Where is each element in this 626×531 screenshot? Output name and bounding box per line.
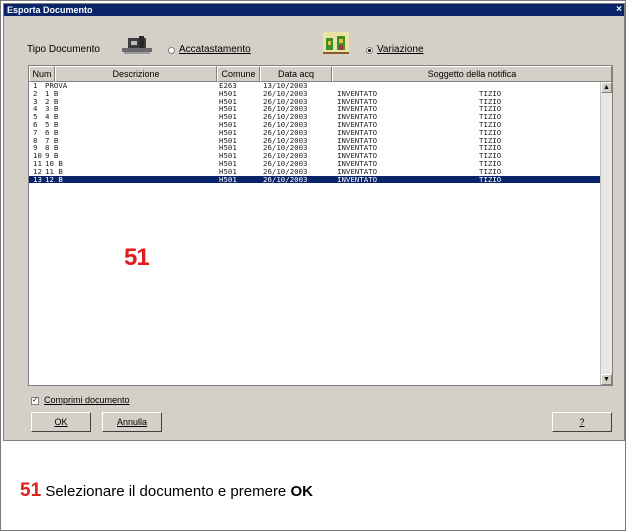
table-row[interactable]: 76 B H501 26/10/2003 INVENTATO TIZIO (29, 128, 601, 137)
cell-descr: 12 B (45, 174, 63, 184)
annulla-button-label: Annulla (116, 417, 148, 427)
building-accatastamento-icon (122, 34, 152, 61)
cell-sogg2: TIZIO (479, 174, 502, 184)
documents-listview[interactable]: Num Descrizione Comune Data acq Soggetto… (28, 65, 613, 386)
caption-number: 51 (20, 480, 42, 501)
cell-data: 26/10/2003 (263, 174, 308, 184)
cell-comune: H501 (219, 174, 237, 184)
table-row[interactable]: 87 B H501 26/10/2003 INVENTATO TIZIO (29, 136, 601, 145)
table-row[interactable]: 1 PROVA E263 13/10/2003 (29, 82, 601, 90)
ok-button[interactable]: OK (31, 412, 91, 432)
help-button-label: ? (579, 417, 585, 427)
help-button[interactable]: ? (552, 412, 612, 432)
table-body: 1 PROVA E263 13/10/2003 2 1 B H501 26/10/2003 IN… (29, 82, 601, 184)
accatastamento-label[interactable]: Accatastamento (179, 44, 251, 55)
table-row[interactable]: 43 B H501 26/10/2003 INVENTATO TIZIO (29, 105, 601, 113)
annulla-button[interactable]: Annulla (102, 412, 162, 432)
table-row[interactable]: 32 B H501 26/10/2003 INVENTATO TIZIO (29, 97, 601, 106)
caption-text: Selezionare il documento e premere (45, 483, 287, 500)
caption-ok: OK (290, 483, 313, 500)
export-dialog: Esporta Documento × Tipo Documento Accat… (3, 3, 625, 441)
instruction-caption: 51 Selezionare il documento e premere OK (20, 480, 313, 502)
step-marker: 51 (124, 244, 150, 271)
column-header-num[interactable]: Num (29, 66, 55, 82)
table-row[interactable]: 12 11 B H501 26/10/2003 INVENTATO TIZIO (29, 167, 601, 176)
radio-variazione[interactable] (366, 47, 373, 54)
column-header-descrizione[interactable]: Descrizione (55, 66, 217, 82)
table-row[interactable]: 11 10 B H501 26/10/2003 INVENTATO TIZIO (29, 160, 601, 168)
title-bar: Esporta Documento × (4, 4, 624, 16)
scroll-up-icon[interactable]: ▲ (601, 82, 612, 93)
comprimi-text: Comprimi documento (44, 395, 130, 405)
table-row[interactable]: 13 12 B H501 26/10/2003 INVENTATO TIZIO (29, 174, 601, 184)
tipo-documento-label: Tipo Documento (27, 44, 100, 55)
house-variazione-icon (322, 30, 350, 61)
vertical-scrollbar[interactable]: ▲ ▼ (600, 82, 612, 385)
cell-num: 13 (33, 174, 42, 184)
radio-accatastamento[interactable] (168, 47, 175, 54)
table-row[interactable]: 98 B H501 26/10/2003 INVENTATO TIZIO (29, 144, 601, 152)
table-row[interactable]: 21 B H501 26/10/2003 INVENTATO TIZIO (29, 89, 601, 98)
window-title: Esporta Documento (7, 5, 93, 15)
table-row[interactable]: 65 B H501 26/10/2003 INVENTATO TIZIO (29, 121, 601, 129)
comprimi-checkbox[interactable]: ✓ (31, 397, 39, 405)
column-header-data-acq[interactable]: Data acq (260, 66, 332, 82)
comprimi-label[interactable]: Comprimi documento (44, 395, 130, 405)
close-icon[interactable]: × (616, 4, 622, 15)
column-header-soggetto[interactable]: Soggetto della notifica (332, 66, 612, 82)
variazione-label[interactable]: Variazione (377, 44, 424, 55)
table-row[interactable]: 10 9 B H501 26/10/2003 INVENTATO TIZIO (29, 152, 601, 160)
ok-button-label: OK (54, 417, 68, 427)
cell-sogg1: INVENTATO (337, 174, 378, 184)
variazione-text: Variazione (377, 44, 424, 55)
scroll-down-icon[interactable]: ▼ (601, 374, 612, 385)
table-row[interactable]: 54 B H501 26/10/2003 INVENTATO TIZIO (29, 113, 601, 121)
column-header-comune[interactable]: Comune (217, 66, 260, 82)
accatastamento-text: Accatastamento (179, 44, 251, 55)
